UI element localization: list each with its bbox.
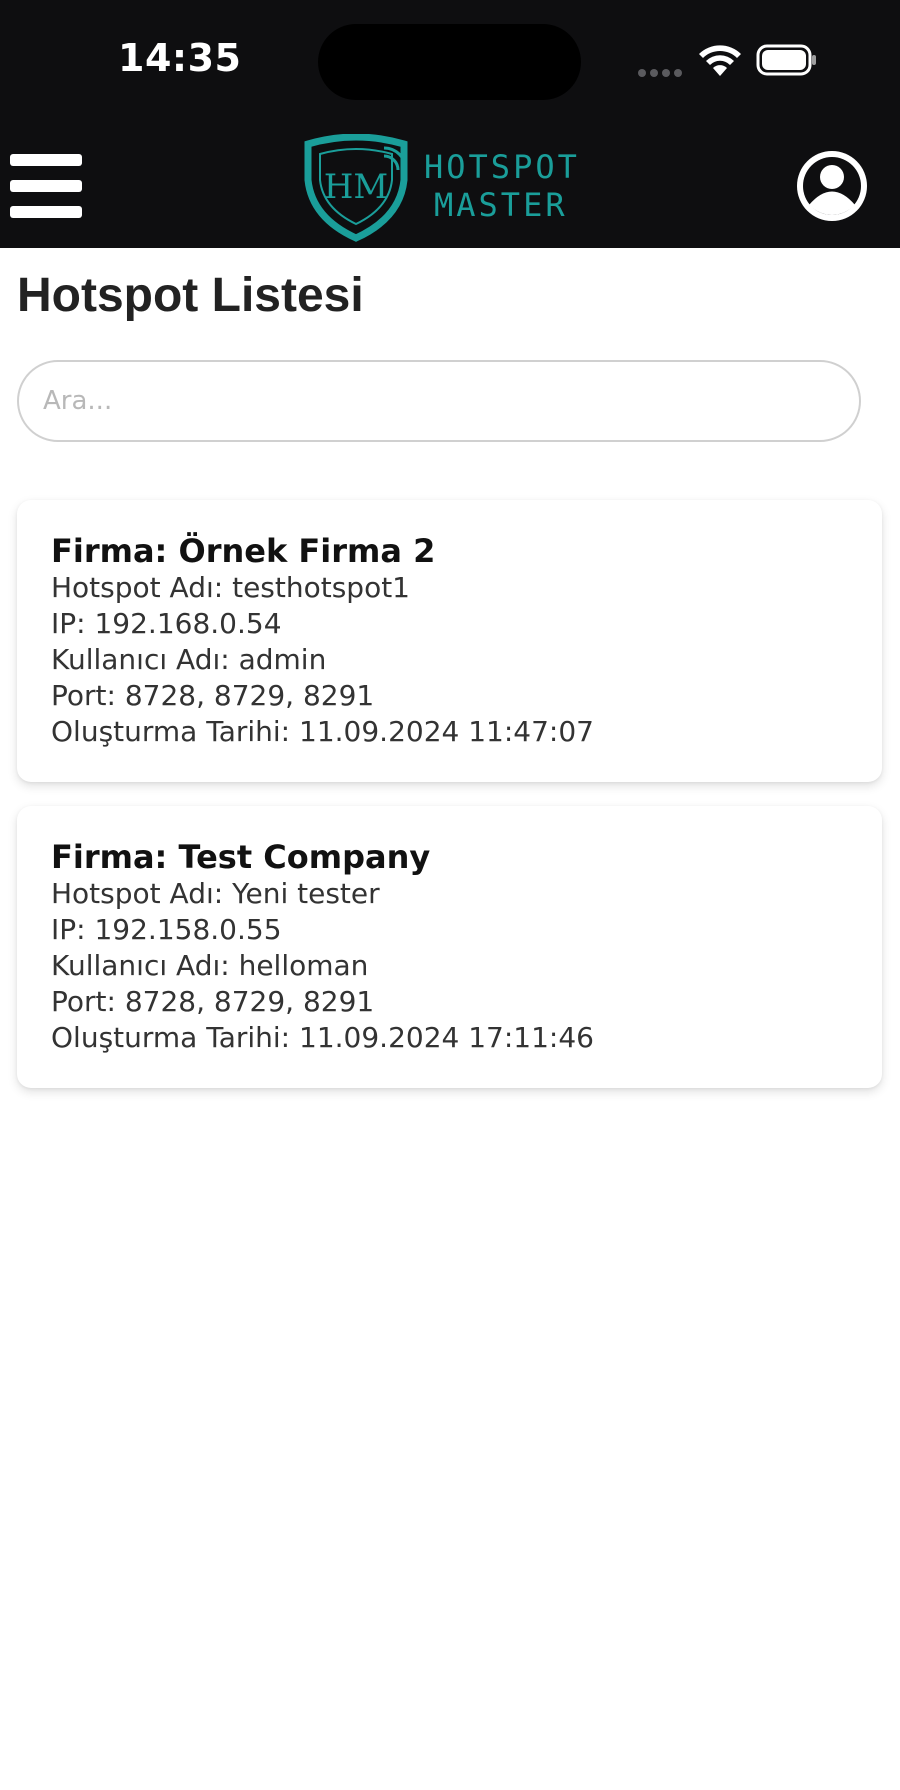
hotspot-created-date: Oluşturma Tarihi: 11.09.2024 17:11:46 (51, 1021, 594, 1054)
logo-line1: HOTSPOT (424, 148, 580, 186)
hotspot-port: Port: 8728, 8729, 8291 (51, 985, 375, 1018)
search-input[interactable] (17, 360, 861, 442)
hotspot-company: Firma: Test Company (51, 838, 431, 876)
status-time: 14:35 (118, 36, 242, 80)
hotspot-name: Hotspot Adı: Yeni tester (51, 877, 380, 910)
user-circle-icon (797, 151, 867, 221)
dynamic-island (318, 24, 581, 100)
hotspot-card[interactable]: Firma: Örnek Firma 2 Hotspot Adı: testho… (17, 500, 882, 782)
hotspot-port: Port: 8728, 8729, 8291 (51, 679, 375, 712)
hotspot-username: Kullanıcı Adı: admin (51, 643, 327, 676)
hotspot-username: Kullanıcı Adı: helloman (51, 949, 369, 982)
hotspot-name: Hotspot Adı: testhotspot1 (51, 571, 410, 604)
logo-monogram: HM (324, 167, 388, 207)
hamburger-menu-icon (10, 154, 82, 166)
logo-line2: MASTER (434, 186, 568, 224)
hotspot-created-date: Oluşturma Tarihi: 11.09.2024 11:47:07 (51, 715, 594, 748)
hotspot-master-logo: HM HOTSPOT MASTER (304, 134, 580, 242)
wifi-icon (699, 45, 741, 76)
hotspot-company: Firma: Örnek Firma 2 (51, 532, 436, 570)
hotspot-card[interactable]: Firma: Test Company Hotspot Adı: Yeni te… (17, 806, 882, 1088)
cellular-signal-icon (638, 62, 686, 77)
battery-icon (756, 44, 816, 76)
profile-button[interactable] (794, 148, 870, 224)
menu-button[interactable] (10, 154, 82, 218)
hotspot-ip: IP: 192.168.0.54 (51, 607, 282, 640)
app-header: 14:35 HM HOTSPOT MASTER (0, 0, 900, 248)
page-title: Hotspot Listesi (17, 269, 364, 322)
hotspot-ip: IP: 192.158.0.55 (51, 913, 282, 946)
